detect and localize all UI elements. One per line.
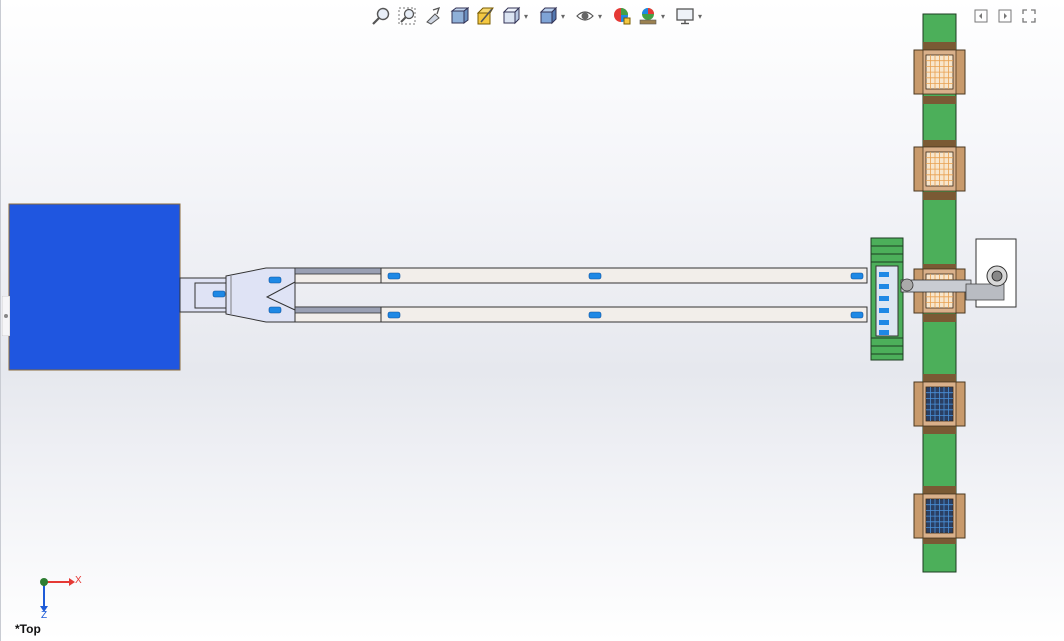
dynamic-annotation-icon[interactable]	[473, 5, 497, 27]
marker	[588, 272, 602, 280]
marker	[850, 272, 864, 280]
triad-z-label: Z	[41, 610, 48, 621]
marker	[387, 272, 401, 280]
expand-icon[interactable]	[1020, 7, 1038, 25]
feeder-conveyor[interactable]	[870, 237, 904, 361]
display-style-dropdown[interactable]	[559, 12, 567, 21]
model-scene[interactable]	[1, 0, 1064, 641]
station-4[interactable]	[913, 381, 966, 427]
marker	[268, 276, 282, 284]
reference-triad: X Z	[31, 572, 91, 622]
transition-duct[interactable]	[179, 267, 296, 323]
zoom-to-area-icon[interactable]	[395, 5, 419, 27]
rail-upper[interactable]	[294, 267, 868, 284]
station-5[interactable]	[913, 493, 966, 539]
previous-view-icon[interactable]	[421, 5, 445, 27]
apply-scene-icon[interactable]	[636, 5, 660, 27]
heads-up-view-toolbar	[369, 5, 708, 27]
marker	[268, 306, 282, 314]
hide-show-icon[interactable]	[573, 5, 597, 27]
source-block[interactable]	[8, 203, 181, 371]
view-settings-dropdown[interactable]	[696, 12, 704, 21]
apply-scene-dropdown[interactable]	[659, 12, 667, 21]
marker	[212, 290, 226, 298]
panel-collapse-handle[interactable]	[1, 295, 11, 337]
section-view-icon[interactable]	[447, 5, 471, 27]
view-orientation-icon[interactable]	[499, 5, 523, 27]
display-style-icon[interactable]	[536, 5, 560, 27]
edit-appearance-icon[interactable]	[610, 5, 634, 27]
view-orientation-dropdown[interactable]	[522, 12, 530, 21]
station-2[interactable]	[913, 146, 966, 192]
hide-show-dropdown[interactable]	[596, 12, 604, 21]
station-1[interactable]	[913, 49, 966, 95]
viewport-window-controls	[972, 7, 1038, 25]
view-orientation-label: *Top	[15, 622, 41, 636]
split-left-icon[interactable]	[972, 7, 990, 25]
monitor-icon[interactable]	[673, 5, 697, 27]
graphics-area[interactable]: X Z *Top	[0, 0, 1064, 641]
marker	[850, 311, 864, 319]
rail-lower[interactable]	[294, 306, 868, 323]
triad-x-label: X	[75, 575, 82, 586]
zoom-to-fit-icon[interactable]	[369, 5, 393, 27]
marker	[588, 311, 602, 319]
split-right-icon[interactable]	[996, 7, 1014, 25]
marker	[387, 311, 401, 319]
